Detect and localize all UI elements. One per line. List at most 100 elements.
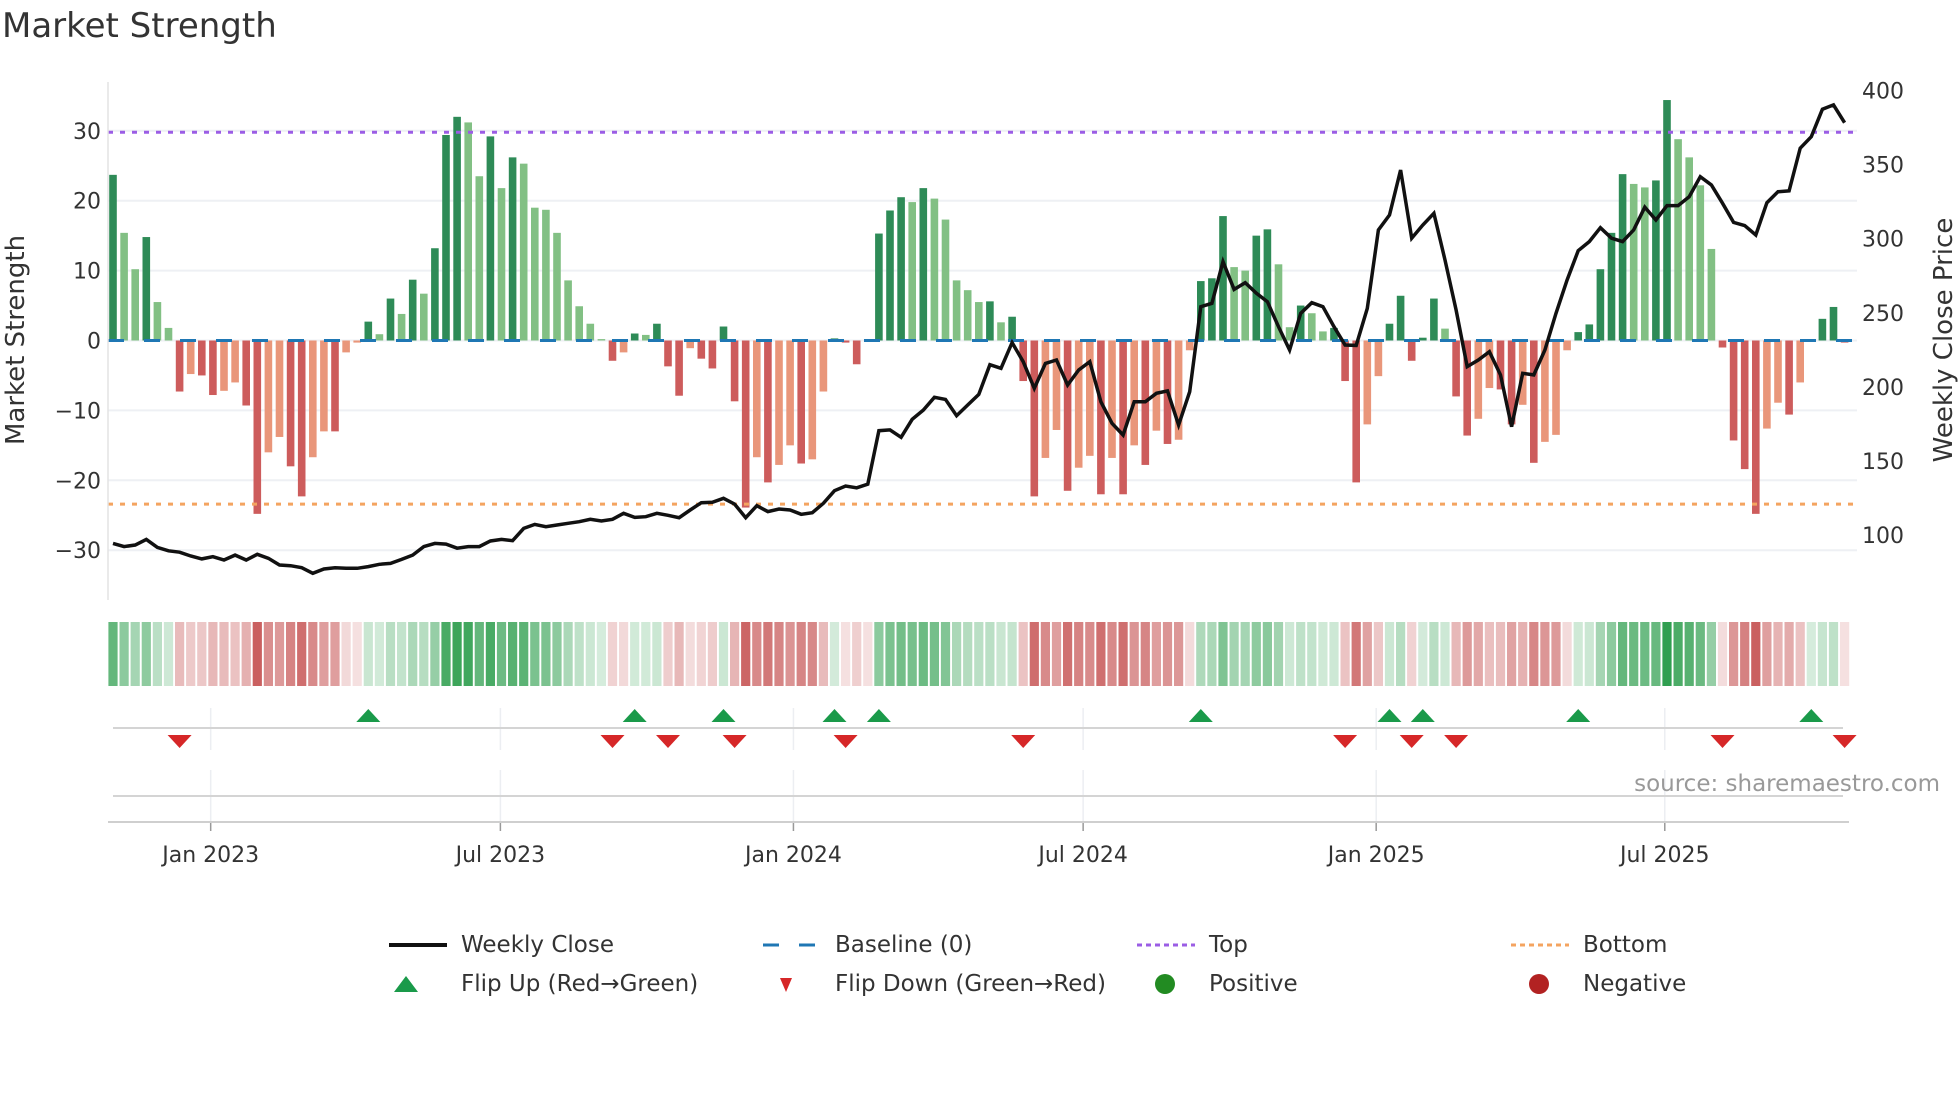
strength-bar: [941, 219, 950, 341]
strength-bar: [1618, 174, 1627, 341]
heatmap-cell: [1162, 622, 1173, 686]
heatmap-cell: [496, 622, 507, 686]
flip-up-marker: [622, 709, 647, 722]
heatmap-cell: [1340, 622, 1350, 686]
strength-bar: [664, 340, 672, 367]
heatmap-cell: [841, 622, 851, 686]
y-tick-label: −10: [55, 399, 101, 424]
green-dot-icon: [1155, 974, 1175, 994]
heatmap-cell: [1529, 622, 1539, 686]
strength-bar: [1729, 340, 1738, 441]
heatmap-cell: [1784, 622, 1794, 686]
heatmap-cell: [907, 622, 917, 686]
dotted-line-icon: [1511, 943, 1569, 947]
x-tick-label: Jul 2023: [454, 843, 546, 868]
strength-bar: [331, 340, 339, 432]
heatmap-cell: [1729, 622, 1739, 686]
y-tick-label: 30: [73, 120, 101, 145]
strength-bar: [930, 198, 939, 341]
strength-bar: [1474, 340, 1483, 419]
heatmap-cell: [552, 622, 562, 686]
heatmap-cell: [519, 622, 529, 686]
x-tick-label: Jul 2024: [1036, 843, 1128, 868]
strength-bar: [897, 197, 905, 341]
strength-bar: [1652, 180, 1660, 341]
strength-bar: [253, 340, 262, 514]
strength-bar: [342, 340, 350, 353]
heatmap-cell: [441, 622, 451, 686]
strength-bar: [908, 202, 916, 341]
flip-up-marker: [1566, 709, 1591, 722]
flip-up-marker: [1799, 709, 1824, 722]
strength-bar: [1374, 340, 1383, 377]
heatmap-cell: [1740, 622, 1750, 686]
strength-bar: [309, 340, 317, 458]
heatmap-cell: [607, 622, 618, 686]
y2-tick-label: 200: [1862, 376, 1904, 401]
heatmap-cell: [397, 622, 407, 686]
strength-bar: [1763, 340, 1771, 429]
heatmap-cell: [685, 622, 695, 686]
heatmap-cell: [574, 622, 584, 686]
strength-bar: [1530, 340, 1538, 463]
strength-bar: [542, 209, 550, 341]
heatmap-cell: [1440, 622, 1450, 686]
y-tick-label: 10: [73, 260, 101, 285]
strength-bar: [1774, 340, 1782, 403]
flip-down-marker: [656, 735, 680, 748]
heatmap-cell: [1706, 622, 1716, 686]
strength-bar: [1452, 340, 1460, 397]
strength-bar: [1785, 340, 1793, 415]
flip-up-marker: [1188, 709, 1213, 722]
heatmap-cell: [674, 622, 684, 686]
heatmap-cell: [319, 622, 329, 686]
heatmap-cell: [1762, 622, 1772, 686]
strength-bar: [730, 340, 739, 402]
legend-label: Positive: [1209, 971, 1298, 997]
heatmap-cell: [241, 622, 251, 686]
strength-bar: [131, 269, 139, 341]
heatmap-cell: [1285, 622, 1295, 686]
heatmap-cell: [1484, 622, 1494, 686]
strength-bar: [1030, 340, 1039, 497]
strength-bar: [297, 340, 306, 497]
strength-bar: [1419, 337, 1427, 341]
heatmap-cell: [308, 622, 318, 686]
heatmap-cell: [829, 622, 840, 686]
legend-baseline: Baseline (0): [763, 930, 972, 960]
flip-up-marker: [356, 709, 381, 722]
heatmap-cell: [1007, 622, 1017, 686]
solid-line-icon: [389, 943, 447, 947]
heatmap-cell: [363, 622, 373, 686]
heatmap-cell: [1085, 622, 1095, 686]
heatmap-cell: [1562, 622, 1572, 686]
strength-bar: [753, 340, 761, 458]
strength-bar: [198, 340, 206, 376]
heatmap-cell: [641, 622, 651, 686]
heatmap-cell: [718, 622, 729, 686]
heatmap-cell: [963, 622, 973, 686]
heatmap-cell: [1307, 622, 1317, 686]
heatmap-cell: [508, 622, 518, 686]
heatmap-cell: [1029, 622, 1039, 686]
heatmap-cell: [430, 622, 440, 686]
y2-tick-label: 250: [1862, 302, 1904, 327]
heatmap-cell: [1196, 622, 1206, 686]
strength-bar: [453, 116, 461, 341]
flip-down-marker: [1399, 735, 1424, 748]
strength-bar: [919, 188, 928, 341]
strength-bar: [220, 340, 228, 391]
heatmap-cell: [1384, 622, 1395, 686]
heatmap-cell: [730, 622, 740, 686]
heatmap-cell: [385, 622, 396, 686]
flip-down-marker: [1710, 735, 1735, 748]
strength-bar: [1818, 318, 1827, 341]
strength-bar: [186, 340, 195, 375]
strength-bar: [1485, 340, 1494, 389]
strength-bar: [264, 340, 273, 453]
heatmap-cell: [1817, 622, 1827, 686]
strength-bar: [1740, 340, 1749, 470]
legend-positive: Positive: [1137, 969, 1298, 999]
heatmap-cell: [1418, 622, 1428, 686]
strength-bar: [1696, 185, 1705, 341]
